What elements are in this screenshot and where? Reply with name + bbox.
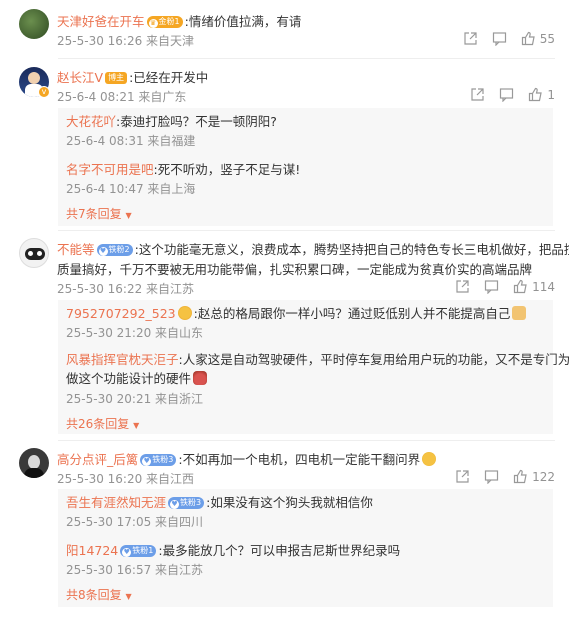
thumbs-up-icon (521, 31, 535, 46)
reply-box: 吾生有涯然知无涯 ♥ 铁粉3:如果没有这个狗头我就相信你 25-5-30 17:05… (58, 489, 553, 607)
reply-meta: 25-5-30 17:05 来自四川 (66, 515, 204, 529)
like-count: 114 (532, 279, 555, 294)
reply-username[interactable]: 7952707292_523 (66, 306, 176, 321)
fan-badge: ♥ 铁粉2 (96, 244, 133, 256)
reply: 吾生有涯然知无涯 ♥ 铁粉3:如果没有这个狗头我就相信你 (66, 492, 373, 511)
comment-meta: 25-5-30 16:26 来自天津 (57, 34, 195, 48)
like-count: 55 (539, 31, 555, 46)
comment-actions: 1 (456, 87, 555, 102)
comment-text: :不如再加一个电机，四电机一定能干翻问界 (178, 452, 421, 467)
comment-username[interactable]: 赵长江V (57, 70, 103, 85)
reply-text: :赵总的格局跟你一样小吗？通过贬低别人并不能提高自己 (193, 306, 511, 321)
like-button[interactable]: 122 (513, 469, 555, 484)
reply: 风暴指挥官枕天洰子:人家这是自动驾驶硬件，平时停车复用给用户玩的功能，又不是专门… (66, 349, 569, 368)
reply-meta: 25-5-30 20:21 来自浙江 (66, 392, 204, 406)
comment-text: :情绪价值拉满，有请 (184, 14, 302, 29)
chevron-down-icon: ▼ (133, 421, 140, 430)
comment-text: :已经在开发中 (129, 70, 209, 85)
comment-meta: 25-6-4 08:21 来自广东 (57, 90, 187, 104)
comment-meta: 25-5-30 16:22 来自江苏 (57, 282, 195, 296)
reply-username[interactable]: 名字不可用是吧 (66, 162, 154, 177)
reply-meta: 25-5-30 16:57 来自江苏 (66, 563, 204, 577)
comment-text: 质量搞好，千万不要被无用功能带偏，扎实积累口碑，一定能成为贫真价实的高端品牌 (57, 262, 533, 277)
divider (58, 58, 555, 59)
comment-actions: 122 (441, 469, 555, 484)
chevron-down-icon: ▼ (125, 211, 132, 220)
reply-text: :人家这是自动驾驶硬件，平时停车复用给用户玩的功能，又不是专门为了 (178, 352, 569, 367)
fan-badge: ♥ 铁粉3 (168, 497, 205, 509)
like-button[interactable]: 1 (528, 87, 555, 102)
comment-icon[interactable] (484, 469, 499, 484)
divider (58, 440, 555, 441)
reply-username[interactable]: 大花花吖 (66, 114, 116, 129)
comment-username[interactable]: 不能等 (57, 242, 95, 257)
reply-box: 大花花吖:泰迪打脸吗？不是一顿阴阳? 25-6-4 08:31 来自福建 名字不… (58, 108, 553, 226)
fan-badge: ♥ 铁粉3 (140, 454, 177, 466)
more-replies-link[interactable]: 共26条回复 ▼ (66, 415, 139, 432)
avatar[interactable] (19, 448, 49, 478)
comment-username[interactable]: 高分点评_后篱 (57, 452, 138, 467)
chevron-down-icon: ▼ (125, 592, 132, 601)
reply-box: 7952707292_523 :赵总的格局跟你一样小吗？通过贬低别人并不能提高自己… (58, 300, 569, 434)
reply-text: 做这个功能设计的硬件 (66, 371, 192, 386)
reply-meta: 25-6-4 08:31 来自福建 (66, 134, 196, 148)
thumbs-up-icon (513, 279, 527, 294)
reply-username[interactable]: 吾生有涯然知无涯 (66, 495, 166, 510)
comment-actions: 55 (449, 31, 555, 46)
comment-actions: 114 (441, 279, 555, 294)
reply-text: :最多能放几个？可以申报吉尼斯世界纪录吗 (158, 543, 401, 558)
author-badge: 博主 (105, 72, 128, 84)
like-count: 122 (532, 469, 555, 484)
like-button[interactable]: 114 (513, 279, 555, 294)
reply-text: :泰迪打脸吗？不是一顿阴阳? (116, 114, 277, 129)
reply: 名字不可用是吧:死不听劝，竖子不足与谋! (66, 159, 300, 178)
emoji-icon (422, 452, 437, 466)
verified-icon: v (38, 86, 50, 98)
reply-username[interactable]: 阳14724 (66, 543, 118, 558)
like-count: 1 (547, 87, 555, 102)
reply-meta: 25-5-30 21:20 来自山东 (66, 326, 204, 340)
reply: 大花花吖:泰迪打脸吗？不是一顿阴阳? (66, 111, 277, 130)
comment-username[interactable]: 天津好爸在开车 (57, 14, 145, 29)
share-icon[interactable] (455, 469, 470, 484)
share-icon[interactable] (470, 87, 485, 102)
reply: 阳14724 ♥ 铁粉1:最多能放几个？可以申报吉尼斯世界纪录吗 (66, 540, 400, 559)
comment-meta: 25-5-30 16:20 来自江西 (57, 472, 195, 486)
comment-text: :这个功能毫无意义，浪费成本，腾势坚持把自己的特色专长三电机做好，把品控 (134, 242, 569, 257)
praying-hands-emoji-icon (512, 306, 527, 320)
fan-badge: ♛ 金粉1 (146, 16, 183, 28)
avatar[interactable] (19, 9, 49, 39)
reply: 7952707292_523 :赵总的格局跟你一样小吗？通过贬低别人并不能提高自己 (66, 303, 527, 322)
avatar[interactable] (19, 238, 49, 268)
thumbs-up-icon (529, 87, 543, 102)
reply-text: :死不听劝，竖子不足与谋! (153, 162, 301, 177)
more-replies-link[interactable]: 共7条回复 ▼ (66, 205, 132, 222)
comment-icon[interactable] (492, 31, 507, 46)
like-button[interactable]: 55 (521, 31, 555, 46)
reply-username[interactable]: 风暴指挥官枕天洰子 (66, 352, 179, 367)
comment-icon[interactable] (499, 87, 514, 102)
car-emoji-icon (193, 371, 208, 385)
share-icon[interactable] (455, 279, 470, 294)
reply-meta: 25-6-4 10:47 来自上海 (66, 182, 196, 196)
reply-text: :如果没有这个狗头我就相信你 (206, 495, 373, 510)
share-icon[interactable] (463, 31, 478, 46)
comment-icon[interactable] (484, 279, 499, 294)
thumbs-up-icon (513, 469, 527, 484)
more-replies-link[interactable]: 共8条回复 ▼ (66, 586, 132, 603)
emoji-icon (177, 306, 192, 320)
divider (58, 230, 555, 231)
fan-badge: ♥ 铁粉1 (120, 545, 157, 557)
